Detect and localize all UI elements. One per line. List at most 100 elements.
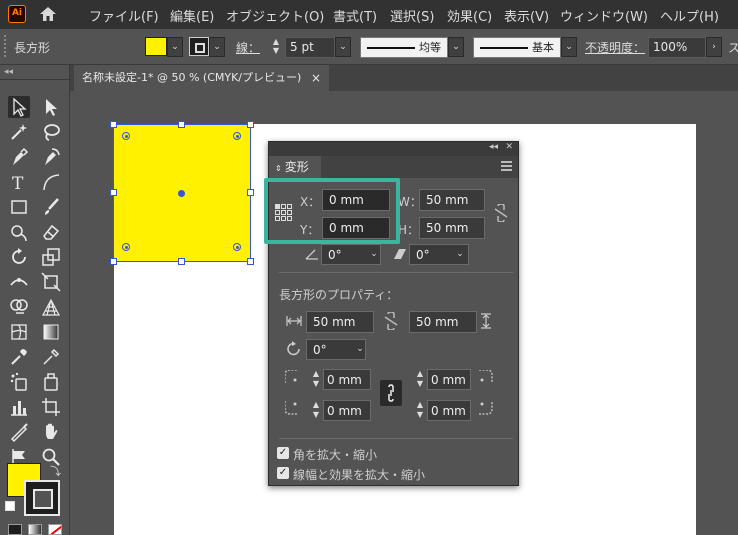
document-tab[interactable]: 名称未設定-1* @ 50 % (CMYK/プレビュー) × [74,65,329,91]
shape-builder-tool-icon[interactable] [8,296,30,318]
menu-file[interactable]: ファイル(F) [89,6,159,25]
resize-handle-b[interactable] [178,258,185,265]
corner-widget-bl[interactable] [122,243,130,251]
gradient-mode-icon[interactable] [28,524,42,535]
tab-transform[interactable]: ⇕ 変形 [269,156,321,178]
corner-br-spinner[interactable]: ▲ ▼ [415,400,425,420]
corner-tr-spinner[interactable]: ▲ ▼ [415,369,425,389]
resize-handle-tr[interactable] [247,121,254,128]
default-fill-stroke-icon[interactable] [5,501,15,511]
eraser-tool-icon[interactable] [40,221,62,243]
corner-widget-tl[interactable] [122,132,130,140]
swap-fill-stroke-icon[interactable]: ⤵ [50,463,61,479]
collapse-toolbar-icon[interactable]: ◂◂ [4,67,13,77]
fill-color-swatch[interactable] [145,37,167,56]
link-rect-size-icon[interactable] [384,312,398,330]
type-tool-icon[interactable]: T [8,171,30,194]
width-tool-icon[interactable] [8,271,30,293]
stroke-label[interactable]: 線： [236,39,260,56]
scale-tool-icon[interactable] [40,246,62,268]
link-corner-radius-button[interactable] [380,380,402,406]
gradient-tool-icon[interactable] [40,321,62,343]
rect-angle-dropdown[interactable]: ⌄ [352,340,368,360]
none-mode-icon[interactable] [48,524,62,535]
shaper-tool-icon[interactable] [8,221,30,243]
menu-select[interactable]: 選択(S) [390,6,434,25]
stroke-swatch-large[interactable] [24,480,60,516]
stroke-weight-dropdown[interactable]: ⌄ [335,37,351,57]
resize-handle-bl[interactable] [110,258,117,265]
home-icon[interactable] [38,5,58,23]
resize-handle-l[interactable] [110,189,117,196]
corner-br-type-icon[interactable] [479,401,493,415]
corner-bl-spinner[interactable]: ▲ ▼ [311,400,321,420]
collapse-panel-icon[interactable]: ◂◂ [489,142,498,152]
corner-bl-field[interactable]: 0 mm [323,400,371,421]
rect-height-field[interactable]: 50 mm [409,311,477,333]
corner-tr-field[interactable]: 0 mm [427,369,471,390]
resize-handle-br[interactable] [247,258,254,265]
artboard-tool-icon[interactable] [40,396,62,418]
mesh-tool-icon[interactable] [8,321,30,343]
stroke-weight-spinner[interactable]: ▲ ▼ [270,37,282,57]
scale-strokes-checkbox[interactable]: ✓ [277,467,289,479]
pen-tool-icon[interactable] [8,146,30,168]
symbol-sprayer-tool-icon[interactable] [8,371,30,393]
width-field[interactable]: 50 mm [419,189,485,211]
corner-tl-spinner[interactable]: ▲ ▼ [311,369,321,389]
curvature-tool-icon[interactable] [40,146,62,168]
menu-effect[interactable]: 効果(C) [447,6,492,25]
stroke-weight-field[interactable]: 5 pt [285,37,335,58]
height-field[interactable]: 50 mm [419,217,485,239]
rectangle-tool-icon[interactable] [8,196,30,218]
menu-window[interactable]: ウィンドウ(W) [560,6,648,25]
column-graph-tool-icon[interactable] [8,396,30,418]
panel-menu-icon[interactable] [501,161,512,171]
blend-tool-icon[interactable] [40,346,62,368]
scale-corners-checkbox[interactable]: ✓ [277,447,289,459]
opacity-dropdown[interactable]: › [706,37,722,57]
corner-tr-type-icon[interactable] [479,370,493,384]
eyedropper-tool-icon[interactable] [8,346,30,368]
brush-dropdown[interactable]: ⌄ [561,37,577,57]
corner-widget-br[interactable] [233,243,241,251]
stroke-color-swatch[interactable] [189,37,209,56]
profile-dropdown[interactable]: ⌄ [448,37,464,57]
menu-help[interactable]: ヘルプ(H) [660,6,719,25]
corner-br-field[interactable]: 0 mm [427,400,471,421]
menu-view[interactable]: 表示(V) [504,6,549,25]
magic-wand-tool-icon[interactable] [8,121,30,143]
menu-object[interactable]: オブジェクト(O) [226,6,324,25]
resize-handle-tl[interactable] [110,121,117,128]
brush-definition[interactable]: 基本 [473,37,561,58]
close-tab-icon[interactable]: × [311,65,321,91]
direct-selection-tool-icon[interactable] [40,96,62,118]
perspective-grid-tool-icon[interactable] [40,296,62,318]
stroke-dropdown-button[interactable]: ⌄ [209,37,225,57]
arc-tool-icon[interactable] [40,171,62,193]
paintbrush-tool-icon[interactable] [40,196,62,218]
resize-handle-r[interactable] [247,189,254,196]
fill-dropdown-button[interactable]: ⌄ [167,37,183,57]
corner-bl-type-icon[interactable] [285,401,299,415]
free-transform-tool-icon[interactable] [40,271,62,293]
lasso-tool-icon[interactable] [40,121,62,143]
grip-icon[interactable] [4,35,8,59]
hand-tool-icon[interactable] [40,421,62,443]
resize-handle-t[interactable] [178,121,185,128]
live-paint-bucket-tool-icon[interactable] [40,371,62,393]
opacity-label[interactable]: 不透明度： [585,39,645,56]
opacity-field[interactable]: 100% [648,37,706,58]
rotate-tool-icon[interactable] [8,246,30,268]
shear-angle-dropdown[interactable]: ⌄ [452,245,468,265]
corner-tl-type-icon[interactable] [285,370,299,384]
rotate-angle-dropdown[interactable]: ⌄ [366,245,382,265]
menu-type[interactable]: 書式(T) [333,6,377,25]
corner-tl-field[interactable]: 0 mm [323,369,371,390]
constrain-proportions-icon[interactable] [494,204,508,222]
variable-width-profile[interactable]: 均等 [360,37,448,58]
menu-edit[interactable]: 編集(E) [170,6,214,25]
corner-widget-tr[interactable] [233,132,241,140]
slice-tool-icon[interactable] [8,421,30,443]
rect-width-field[interactable]: 50 mm [306,311,374,333]
